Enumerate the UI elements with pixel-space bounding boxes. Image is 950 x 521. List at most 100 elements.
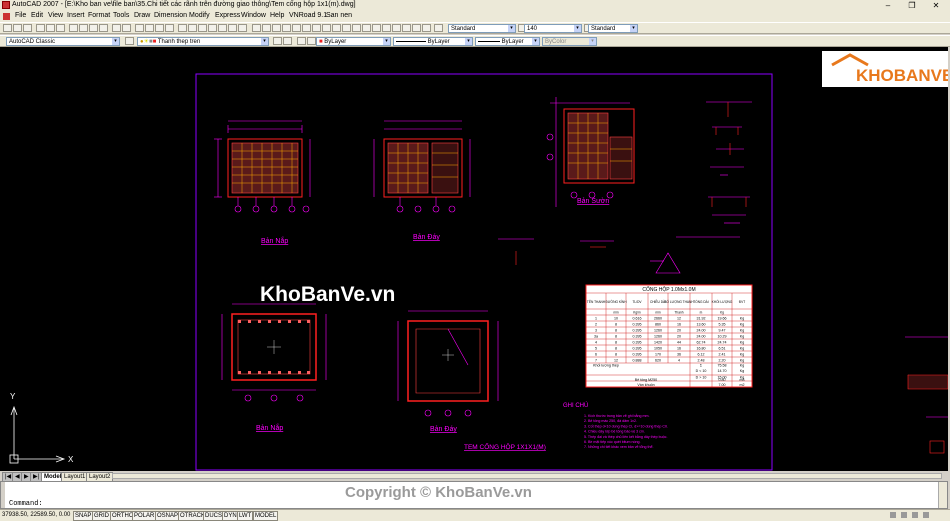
dim-style-combo[interactable]: Standard ▾ [588,24,638,33]
design-center-icon[interactable] [188,24,197,32]
menu-modify[interactable]: Modify [189,12,210,19]
vnroad-icon-12[interactable] [362,24,371,32]
close-button[interactable]: ✕ [926,0,946,11]
match-properties-icon[interactable] [99,24,108,32]
table-cell: 3 [595,329,597,333]
plot-icon[interactable] [36,24,45,32]
menu-san-nen[interactable]: San nen [326,12,352,19]
color-combo[interactable]: ■ ByLayer ▾ [316,37,391,46]
khobanve-logo: KHOBANVE [822,51,948,87]
layer-previous-icon[interactable] [283,37,292,45]
table-summary-cell: Kg [740,369,744,373]
vnroad-icon-13[interactable] [372,24,381,32]
vnroad-icon-15[interactable] [392,24,401,32]
vnroad-icon-9[interactable] [332,24,341,32]
menu-draw[interactable]: Draw [134,12,150,19]
vnroad-icon-14[interactable] [382,24,391,32]
dim-scale-combo[interactable]: 140 ▾ [524,24,582,33]
redo-icon[interactable] [122,24,131,32]
menu-vnroad[interactable]: VNRoad 9.1 [289,12,327,19]
paste-icon[interactable] [89,24,98,32]
tool-palettes-icon[interactable] [198,24,207,32]
document-icon[interactable] [3,13,10,20]
layer-combo[interactable]: ●☀■■ Thanh thep tren ▾ [137,37,269,46]
autocad-app-icon[interactable] [2,1,10,9]
vnroad-icon-4[interactable] [282,24,291,32]
horizontal-scrollbar[interactable] [112,473,942,479]
vnroad-icon-11[interactable] [352,24,361,32]
table-cell: Kg [740,329,744,333]
open-icon[interactable] [13,24,22,32]
lineweight-combo[interactable]: ByLayer ▾ [475,37,540,46]
watermark-copyright: Copyright © KhoBanVe.vn [345,484,532,501]
table-header-cell: ĐƯỜNG KÍNH [605,299,627,304]
layer-tool-icon-2[interactable] [307,37,316,45]
zoom-window-icon[interactable] [155,24,164,32]
new-icon[interactable] [3,24,12,32]
layer-tool-icon-1[interactable] [297,37,306,45]
vnroad-icon-10[interactable] [342,24,351,32]
note-line: 1. Kích thước trong bản vẽ ghi bằng mm. [584,413,650,418]
plotstyle-combo[interactable]: ByColor ▾ [542,37,597,46]
vnroad-icon-18[interactable] [422,24,431,32]
layer-manager-icon[interactable] [125,37,134,45]
undo-icon[interactable] [112,24,121,32]
vnroad-icon-2[interactable] [262,24,271,32]
table-cell: Kg [740,317,744,321]
vnroad-icon-5[interactable] [292,24,301,32]
save-icon[interactable] [23,24,32,32]
menu-tools[interactable]: Tools [113,12,129,19]
command-grip[interactable] [1,482,5,508]
preview-icon[interactable] [46,24,55,32]
vnroad-icon-7[interactable] [312,24,321,32]
restore-button[interactable]: ❐ [902,0,922,11]
help-icon[interactable] [238,24,247,32]
workspace-combo[interactable]: AutoCAD Classic ▾ [6,37,120,46]
cut-icon[interactable] [69,24,78,32]
zoom-realtime-icon[interactable] [145,24,154,32]
lock-icon[interactable] [901,512,907,518]
vnroad-icon-8[interactable] [322,24,331,32]
table-cell: 4 [678,359,680,363]
text-style-icon[interactable] [434,24,443,32]
vnroad-icon-1[interactable] [252,24,261,32]
table-cell: 24.00 [697,335,706,339]
publish-icon[interactable] [56,24,65,32]
command-scrollbar[interactable] [938,482,947,508]
menu-help[interactable]: Help [270,12,284,19]
minimize-button[interactable]: – [878,0,898,11]
menu-window[interactable]: Window [241,12,266,19]
tray-settings-icon[interactable] [912,512,918,518]
pan-icon[interactable] [135,24,144,32]
vnroad-icon-17[interactable] [412,24,421,32]
table-cell: 0.395 [633,353,642,357]
comm-center-icon[interactable] [890,512,896,518]
text-style-combo[interactable]: Standard ▾ [448,24,516,33]
drawing-canvas[interactable]: Bản Nắp Bản Đáy Bản Sườn CỐNG HỘP 1.0Mx1… [0,47,948,471]
markup-icon[interactable] [218,24,227,32]
vnroad-icon-3[interactable] [272,24,281,32]
make-current-icon[interactable] [273,37,282,45]
menu-insert[interactable]: Insert [67,12,85,19]
table-cell: 8 [615,347,617,351]
copy-icon[interactable] [79,24,88,32]
vnroad-icon-6[interactable] [302,24,311,32]
vnroad-icon-16[interactable] [402,24,411,32]
table-cell: 8 [615,329,617,333]
menu-view[interactable]: View [48,12,63,19]
zoom-previous-icon[interactable] [165,24,174,32]
menu-edit[interactable]: Edit [31,12,43,19]
linetype-combo[interactable]: ByLayer ▾ [393,37,473,46]
menu-express[interactable]: Express [215,12,240,19]
menu-format[interactable]: Format [88,12,110,19]
sheet-set-icon[interactable] [208,24,217,32]
properties-icon[interactable] [178,24,187,32]
coordinates-readout[interactable]: 37938.50, 22589.50, 0.00 [2,511,70,520]
calculator-icon[interactable] [228,24,237,32]
table-cell: 10 [614,317,618,321]
command-window[interactable]: Command: Copyright © KhoBanVe.vn [0,481,948,509]
menu-dimension[interactable]: Dimension [154,12,187,19]
linetype-sample [396,40,426,42]
menu-file[interactable]: File [15,12,26,19]
clean-screen-icon[interactable] [923,512,929,518]
